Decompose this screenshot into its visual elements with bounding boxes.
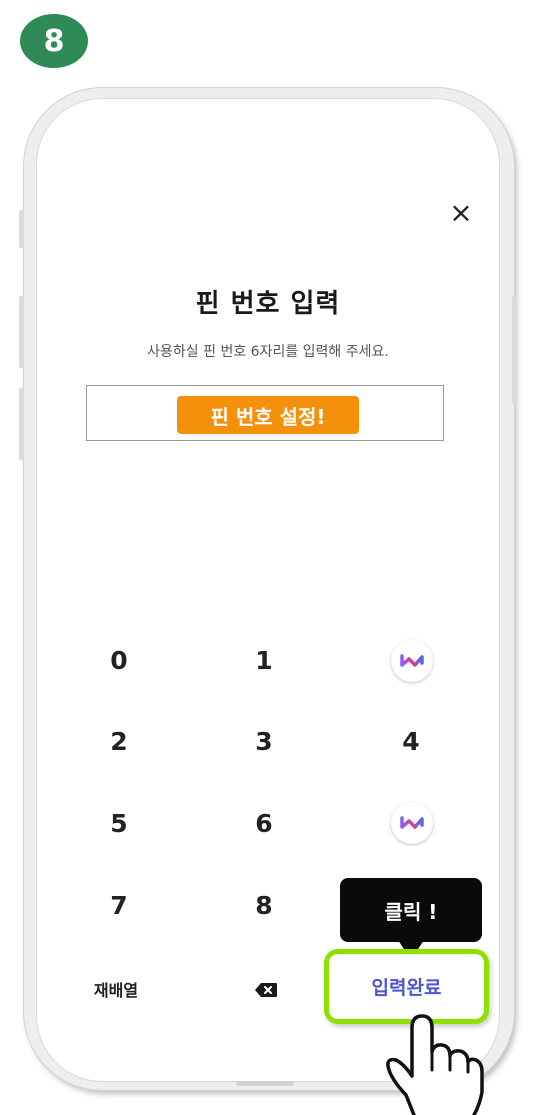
phone-home-indicator <box>236 1081 294 1086</box>
key-1[interactable]: 1 <box>224 640 304 680</box>
backspace-icon <box>255 983 277 997</box>
close-button[interactable]: × <box>446 198 476 228</box>
key-8[interactable]: 8 <box>224 885 304 925</box>
phone-side-button <box>19 388 24 460</box>
brand-logo-icon <box>400 654 424 667</box>
key-7[interactable]: 7 <box>79 885 159 925</box>
backspace-button[interactable] <box>254 982 278 998</box>
key-6[interactable]: 6 <box>224 803 304 843</box>
confirm-input-label: 입력완료 <box>371 977 442 999</box>
key-2[interactable]: 2 <box>79 721 159 761</box>
brand-logo-key[interactable] <box>391 640 433 682</box>
phone-side-button <box>512 296 517 404</box>
key-4[interactable]: 4 <box>371 721 451 761</box>
page-title: 핀 번호 입력 <box>195 289 341 319</box>
brand-logo-icon <box>400 816 424 829</box>
hand-pointer-icon <box>386 1014 484 1115</box>
rearrange-button[interactable]: 재배열 <box>76 969 156 1009</box>
click-tooltip: 클릭 ! <box>340 878 482 942</box>
phone-side-button <box>19 296 24 368</box>
key-0[interactable]: 0 <box>79 640 159 680</box>
key-3[interactable]: 3 <box>224 721 304 761</box>
pin-setup-label: 핀 번호 설정! <box>177 396 359 434</box>
brand-logo-key[interactable] <box>391 802 433 844</box>
page-subtitle: 사용하실 핀 번호 6자리를 입력해 주세요. <box>147 344 389 360</box>
phone-side-button <box>19 210 24 248</box>
step-badge: 8 <box>20 14 88 68</box>
key-5[interactable]: 5 <box>79 803 159 843</box>
